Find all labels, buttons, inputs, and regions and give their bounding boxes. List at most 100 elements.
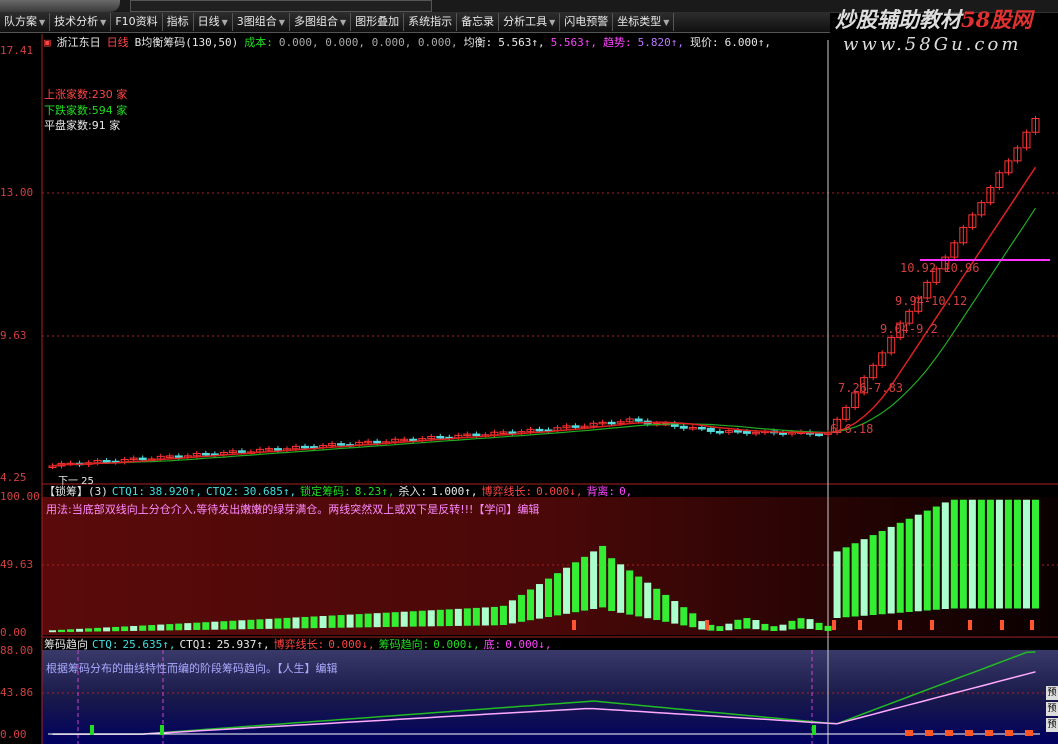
histogram-bar [590, 551, 598, 609]
histogram-bar [770, 626, 778, 631]
zone-label-2: 9.04-9.2 [880, 322, 938, 336]
right-tab-2[interactable]: 预 [1046, 702, 1058, 716]
candle [508, 431, 517, 434]
histogram-bar [481, 607, 489, 626]
histogram-bar [896, 522, 904, 613]
histogram-bar [301, 616, 309, 629]
histogram-bar [986, 499, 994, 609]
chip-signal-marker [925, 730, 933, 736]
histogram-bar [211, 621, 219, 630]
signal-marker [832, 620, 836, 630]
histogram-bar [445, 609, 453, 627]
histogram-bar [292, 617, 300, 629]
histogram-bar [797, 618, 805, 629]
histogram-bar [671, 601, 679, 624]
right-tab-3[interactable]: 预 [1046, 718, 1058, 732]
histogram-bar [860, 539, 868, 616]
candle [697, 426, 706, 430]
histogram-bar [554, 573, 562, 616]
histogram-bar [824, 625, 832, 631]
histogram-bar [1004, 499, 1012, 609]
histogram-bar [968, 499, 976, 609]
histogram-bar [166, 624, 174, 631]
histogram-bar [175, 623, 183, 631]
histogram-bar [427, 610, 435, 627]
chip-signal-marker [905, 730, 913, 736]
candle [679, 425, 688, 429]
candle [174, 455, 183, 458]
histogram-bar [535, 584, 543, 619]
buy-signal-marker [160, 725, 164, 735]
signal-marker [1000, 620, 1004, 630]
signal-marker [858, 620, 862, 630]
candle [373, 440, 382, 444]
histogram-bar [418, 610, 426, 627]
histogram-bar [220, 621, 228, 630]
histogram-bar [247, 619, 255, 630]
signal-marker [705, 620, 709, 630]
histogram-bar [436, 609, 444, 627]
histogram-bar [265, 618, 273, 629]
histogram-bar [887, 526, 895, 614]
histogram-bar [914, 514, 922, 612]
histogram-bar [950, 499, 958, 609]
candle [815, 433, 824, 437]
histogram-bar [941, 502, 949, 609]
histogram-bar [788, 620, 796, 630]
candle [138, 457, 147, 461]
histogram-bar [905, 518, 913, 612]
histogram-bar [283, 617, 291, 629]
chip-signal-marker [1025, 730, 1033, 736]
histogram-bar [815, 622, 823, 631]
histogram-bar [716, 626, 724, 631]
chart-canvas[interactable]: 10.92-10.96 9.94-10.12 9.04-9.2 7.26-7.83 6-… [0, 0, 1058, 744]
pane3-usage-note: 根据筹码分布的曲线特性而编的阶段筹码趋向。【人生】编辑 [46, 662, 338, 675]
histogram-bar [157, 624, 165, 631]
histogram-bar [310, 616, 318, 629]
candle [237, 450, 246, 453]
zone-label-1: 9.94-10.12 [895, 294, 967, 308]
histogram-bar [680, 607, 688, 626]
candle [733, 430, 742, 433]
ma-line-red [52, 166, 1037, 467]
signal-marker [968, 620, 972, 630]
histogram-bar [490, 606, 498, 626]
right-tab-1[interactable]: 预 [1046, 686, 1058, 700]
histogram-bar [626, 570, 634, 615]
chip-trend-pink-line [52, 671, 1036, 735]
histogram-bar [743, 618, 751, 629]
candle [607, 421, 616, 425]
rise-count: 上涨家数:230 家 [44, 88, 128, 101]
pane2-usage-note: 用法:当底部双线向上分仓介入,等待发出嫩嫩的绿芽满仓。两线突然双上或双下是反转!… [46, 503, 540, 516]
histogram-bar [581, 556, 589, 611]
histogram-bar [689, 613, 697, 628]
histogram-bar [644, 582, 652, 619]
histogram-bar [545, 578, 553, 617]
candle [706, 427, 715, 432]
signal-marker [1030, 620, 1034, 630]
histogram-bar [725, 623, 733, 631]
histogram-bar [400, 611, 408, 627]
candle [201, 452, 210, 456]
histogram-bar [409, 611, 417, 627]
histogram-bar [274, 618, 282, 629]
histogram-bar [58, 629, 66, 633]
histogram-bar [103, 627, 111, 632]
chip-signal-marker [945, 730, 953, 736]
candle [571, 425, 580, 428]
histogram-bar [977, 499, 985, 609]
histogram-bar [67, 629, 75, 632]
histogram-bar [454, 608, 462, 626]
histogram-bar [563, 567, 571, 614]
signal-marker [572, 620, 576, 630]
candle [715, 430, 724, 434]
candle [742, 431, 751, 434]
histogram-bar [319, 616, 327, 628]
histogram-bar [337, 615, 345, 628]
histogram-bar [139, 625, 147, 631]
histogram-bar [923, 510, 931, 611]
signal-marker [930, 620, 934, 630]
histogram-bar [382, 612, 390, 628]
histogram-bar [328, 615, 336, 628]
histogram-bar [959, 499, 967, 609]
